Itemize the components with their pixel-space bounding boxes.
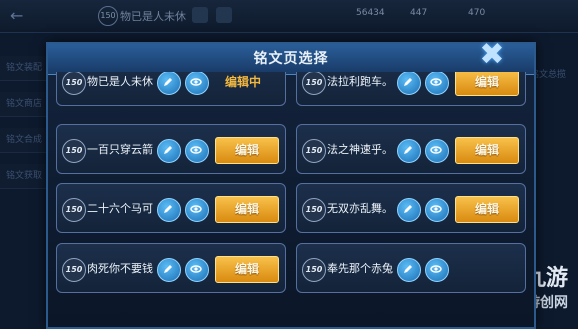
- level-150-icon: 150: [62, 72, 86, 95]
- rune-page-row-7[interactable]: 150 肉死你不要钱 编辑: [56, 243, 286, 293]
- level-150-icon: 150: [302, 139, 326, 163]
- currency-diamond: 447: [410, 8, 428, 18]
- rename-icon[interactable]: [397, 72, 421, 95]
- level-150-icon: 150: [302, 72, 326, 95]
- rename-icon[interactable]: [397, 139, 421, 163]
- rune-page-name: 法拉利跑车。: [327, 75, 393, 88]
- view-eye-icon[interactable]: [425, 72, 449, 95]
- editing-status: 编辑中: [225, 75, 262, 89]
- edit-button[interactable]: 编辑: [215, 137, 279, 164]
- rename-icon[interactable]: [157, 258, 181, 282]
- view-eye-icon[interactable]: [185, 258, 209, 282]
- rune-page-name: 二十六个马可: [87, 202, 153, 215]
- level-150-icon: 150: [62, 258, 86, 282]
- view-eye-icon[interactable]: [185, 139, 209, 163]
- level-150-icon: 150: [302, 258, 326, 282]
- edit-button[interactable]: 编辑: [455, 72, 519, 96]
- view-eye-icon[interactable]: [425, 258, 449, 282]
- rune-page-row-3[interactable]: 150 一百只穿云箭 编辑: [56, 124, 286, 174]
- rune-page-name: 肉死你不要钱: [87, 262, 153, 275]
- rename-icon[interactable]: [397, 258, 421, 282]
- level-150-icon: 150: [62, 198, 86, 222]
- rename-icon[interactable]: [157, 198, 181, 222]
- rune-page-name: 法之神速乎。: [327, 143, 393, 156]
- currency-gold: 56434: [356, 8, 385, 18]
- level-150-icon: 150: [62, 139, 86, 163]
- rune-page-row-2[interactable]: 150 法拉利跑车。 编辑: [296, 72, 526, 106]
- rename-icon[interactable]: [192, 7, 208, 23]
- rename-icon[interactable]: [397, 198, 421, 222]
- rune-page-row-4[interactable]: 150 法之神速乎。 编辑: [296, 124, 526, 174]
- rune-page-row-1[interactable]: 150 物已是人未休 编辑中: [56, 72, 286, 106]
- view-eye-icon[interactable]: [185, 72, 209, 95]
- rune-page-name: 物已是人未休: [87, 75, 153, 88]
- view-eye-icon[interactable]: [425, 198, 449, 222]
- edit-button[interactable]: 编辑: [455, 137, 519, 164]
- back-arrow-icon[interactable]: ←: [10, 6, 23, 25]
- edit-button[interactable]: 编辑: [215, 256, 279, 283]
- close-icon[interactable]: ✖: [474, 40, 510, 70]
- currency-coupon: 470: [468, 8, 486, 18]
- rune-page-name: 奉先那个赤兔: [327, 262, 393, 275]
- add-icon[interactable]: [216, 7, 232, 23]
- level-150-icon: 150: [302, 198, 326, 222]
- rune-page-row-6[interactable]: 150 无双亦乱舞。 编辑: [296, 183, 526, 233]
- dialog-title: 铭文页选择: [253, 51, 329, 67]
- rune-page-row-8[interactable]: 150 奉先那个赤兔: [296, 243, 526, 293]
- rune-page-list: 150 物已是人未休 编辑中 150 法拉利跑车。 编辑 150 一百只穿云箭 …: [56, 72, 526, 327]
- current-page-title: 物已是人未休: [120, 10, 186, 23]
- rune-page-dialog: 铭文页选择 ✖ 150 物已是人未休 编辑中 150 法拉利跑车。 编辑 150…: [46, 40, 536, 329]
- rename-icon[interactable]: [157, 139, 181, 163]
- rename-icon[interactable]: [157, 72, 181, 95]
- rune-page-row-5[interactable]: 150 二十六个马可 编辑: [56, 183, 286, 233]
- rune-page-name: 一百只穿云箭: [87, 143, 153, 156]
- rune-page-name: 无双亦乱舞。: [327, 202, 393, 215]
- view-eye-icon[interactable]: [425, 139, 449, 163]
- edit-button[interactable]: 编辑: [215, 196, 279, 223]
- edit-button[interactable]: 编辑: [455, 196, 519, 223]
- level-badge: 150: [98, 6, 118, 26]
- top-bar: ← 150 物已是人未休 56434 447 470: [0, 0, 578, 33]
- view-eye-icon[interactable]: [185, 198, 209, 222]
